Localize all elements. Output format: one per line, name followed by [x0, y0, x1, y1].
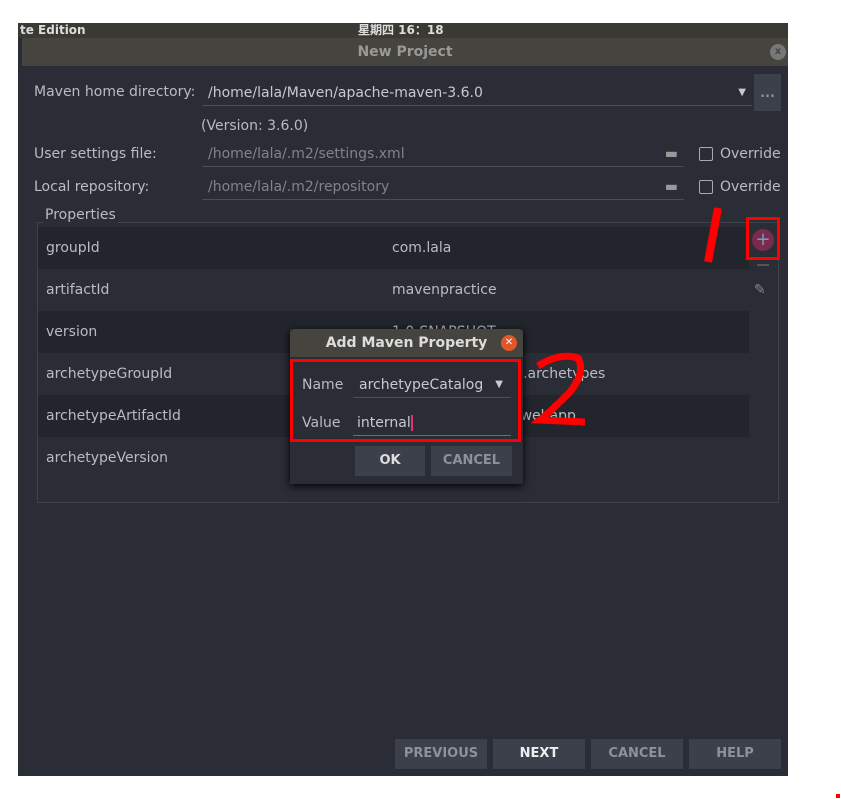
annotation-step-1 — [704, 207, 722, 263]
annotation-strokes — [530, 207, 840, 798]
red-dot — [836, 794, 840, 798]
annotation-step-2 — [530, 352, 586, 426]
